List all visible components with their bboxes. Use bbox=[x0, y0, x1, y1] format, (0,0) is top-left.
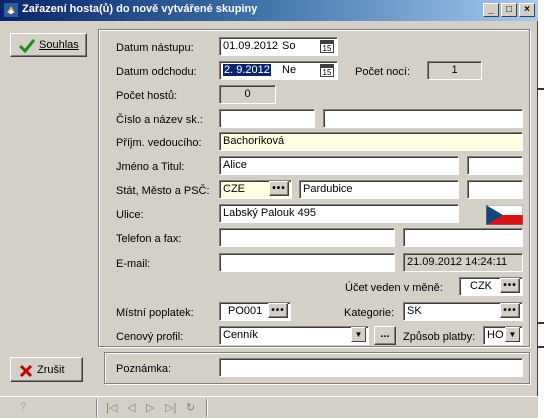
guests-field: 0 bbox=[219, 85, 276, 104]
note-label: Poznámka: bbox=[116, 363, 172, 375]
first-record-icon[interactable]: |◁ bbox=[106, 401, 117, 414]
category-field[interactable]: SK ••• bbox=[403, 302, 523, 321]
arrival-day: So bbox=[282, 40, 296, 52]
title-field[interactable] bbox=[467, 156, 523, 175]
departure-date-field[interactable]: 2. 9.2012 Ne 15 bbox=[219, 61, 338, 80]
calendar-icon[interactable]: 15 bbox=[320, 64, 334, 77]
background-window-edge bbox=[538, 0, 544, 418]
phone-field[interactable] bbox=[219, 228, 395, 247]
leader-label: Příjm. vedoucího: bbox=[116, 137, 202, 149]
state-lookup-button[interactable]: ••• bbox=[269, 181, 289, 196]
x-icon bbox=[19, 364, 33, 378]
fee-value: PO001 bbox=[228, 305, 263, 317]
next-record-icon[interactable]: ▷ bbox=[146, 401, 154, 414]
category-label: Kategorie: bbox=[344, 307, 395, 319]
zip-field[interactable] bbox=[467, 180, 523, 199]
status-bar: ? |◁ ◁ ▷ ▷| ↻ bbox=[0, 396, 538, 418]
edge-mark bbox=[538, 322, 544, 324]
arrival-label: Datum nástupu: bbox=[116, 42, 194, 54]
maximize-button[interactable]: □ bbox=[501, 3, 517, 17]
edge-mark bbox=[538, 88, 544, 90]
fax-field[interactable] bbox=[403, 228, 523, 247]
chevron-down-icon[interactable]: ▼ bbox=[505, 327, 520, 342]
pricelist-value: Cenník bbox=[223, 329, 258, 341]
guests-label: Počet hostů: bbox=[116, 90, 178, 102]
fee-label: Místní poplatek: bbox=[116, 307, 194, 319]
category-lookup-button[interactable]: ••• bbox=[500, 303, 520, 318]
payment-value: HO bbox=[487, 329, 504, 341]
pricelist-browse-button[interactable]: ... bbox=[374, 326, 396, 345]
cancel-button[interactable]: Zrušit bbox=[10, 357, 83, 382]
group-number-field[interactable] bbox=[219, 109, 315, 128]
group-label: Číslo a název sk.: bbox=[116, 114, 203, 126]
nights-field: 1 bbox=[427, 61, 482, 80]
help-icon[interactable]: ? bbox=[20, 401, 26, 413]
arrival-date-value: 01.09.2012 bbox=[223, 40, 279, 52]
minimize-button[interactable]: _ bbox=[483, 3, 499, 17]
fee-lookup-button[interactable]: ••• bbox=[268, 303, 288, 318]
refresh-icon[interactable]: ↻ bbox=[186, 401, 195, 414]
status-separator bbox=[96, 399, 98, 417]
nights-label: Počet nocí: bbox=[355, 66, 411, 78]
calendar-icon[interactable]: 15 bbox=[320, 40, 334, 53]
email-field[interactable] bbox=[219, 253, 395, 272]
note-field[interactable] bbox=[219, 358, 523, 377]
window-title: Zařazení hosta(ů) do nově vytvářené skup… bbox=[22, 3, 258, 15]
timestamp-field: 21.09.2012 14:24:11 bbox=[403, 253, 523, 272]
edge-mark bbox=[538, 346, 544, 348]
app-icon bbox=[4, 3, 18, 17]
payment-label: Způsob platby: bbox=[403, 331, 476, 343]
leader-surname-field[interactable]: Bachoríková bbox=[219, 132, 523, 151]
currency-value: CZK bbox=[470, 280, 492, 292]
departure-day: Ne bbox=[282, 64, 297, 76]
state-value: CZE bbox=[223, 183, 245, 195]
currency-field[interactable]: CZK ••• bbox=[459, 277, 523, 296]
approve-button[interactable]: Souhlas bbox=[10, 33, 87, 57]
arrival-date-field[interactable]: 01.09.2012 So 15 bbox=[219, 37, 338, 56]
currency-lookup-button[interactable]: ••• bbox=[500, 278, 520, 293]
departure-label: Datum odchodu: bbox=[116, 66, 197, 78]
street-label: Ulice: bbox=[116, 209, 144, 221]
dialog-window: Zařazení hosta(ů) do nově vytvářené skup… bbox=[0, 0, 538, 418]
payment-select[interactable]: HO ▼ bbox=[483, 326, 523, 345]
phone-label: Telefon a fax: bbox=[116, 233, 182, 245]
category-value: SK bbox=[407, 305, 422, 317]
title-bar[interactable]: Zařazení hosta(ů) do nově vytvářené skup… bbox=[0, 0, 538, 21]
group-name-field[interactable] bbox=[323, 109, 523, 128]
last-record-icon[interactable]: ▷| bbox=[165, 401, 176, 414]
street-field[interactable]: Labský Palouk 495 bbox=[219, 204, 459, 223]
currency-label: Účet veden v měně: bbox=[345, 282, 443, 294]
approve-label: Souhlas bbox=[39, 39, 79, 51]
name-label: Jméno a Titul: bbox=[116, 161, 185, 173]
first-name-field[interactable]: Alice bbox=[219, 156, 459, 175]
email-label: E-mail: bbox=[116, 258, 151, 270]
chevron-down-icon[interactable]: ▼ bbox=[351, 327, 366, 342]
pricelist-label: Cenový profil: bbox=[116, 331, 184, 343]
fee-field[interactable]: PO001 ••• bbox=[219, 302, 291, 321]
city-field[interactable]: Pardubice bbox=[299, 180, 459, 199]
state-label: Stát, Město a PSČ: bbox=[116, 185, 210, 197]
checkmark-icon bbox=[19, 39, 35, 53]
pricelist-select[interactable]: Cenník ▼ bbox=[219, 326, 369, 345]
czech-flag-icon bbox=[486, 205, 523, 225]
cancel-label: Zrušit bbox=[37, 364, 65, 376]
previous-record-icon[interactable]: ◁ bbox=[127, 401, 135, 414]
state-field[interactable]: CZE ••• bbox=[219, 180, 292, 199]
status-separator bbox=[206, 399, 208, 417]
departure-date-value: 2. 9.2012 bbox=[223, 64, 271, 76]
close-button[interactable]: × bbox=[519, 3, 535, 17]
